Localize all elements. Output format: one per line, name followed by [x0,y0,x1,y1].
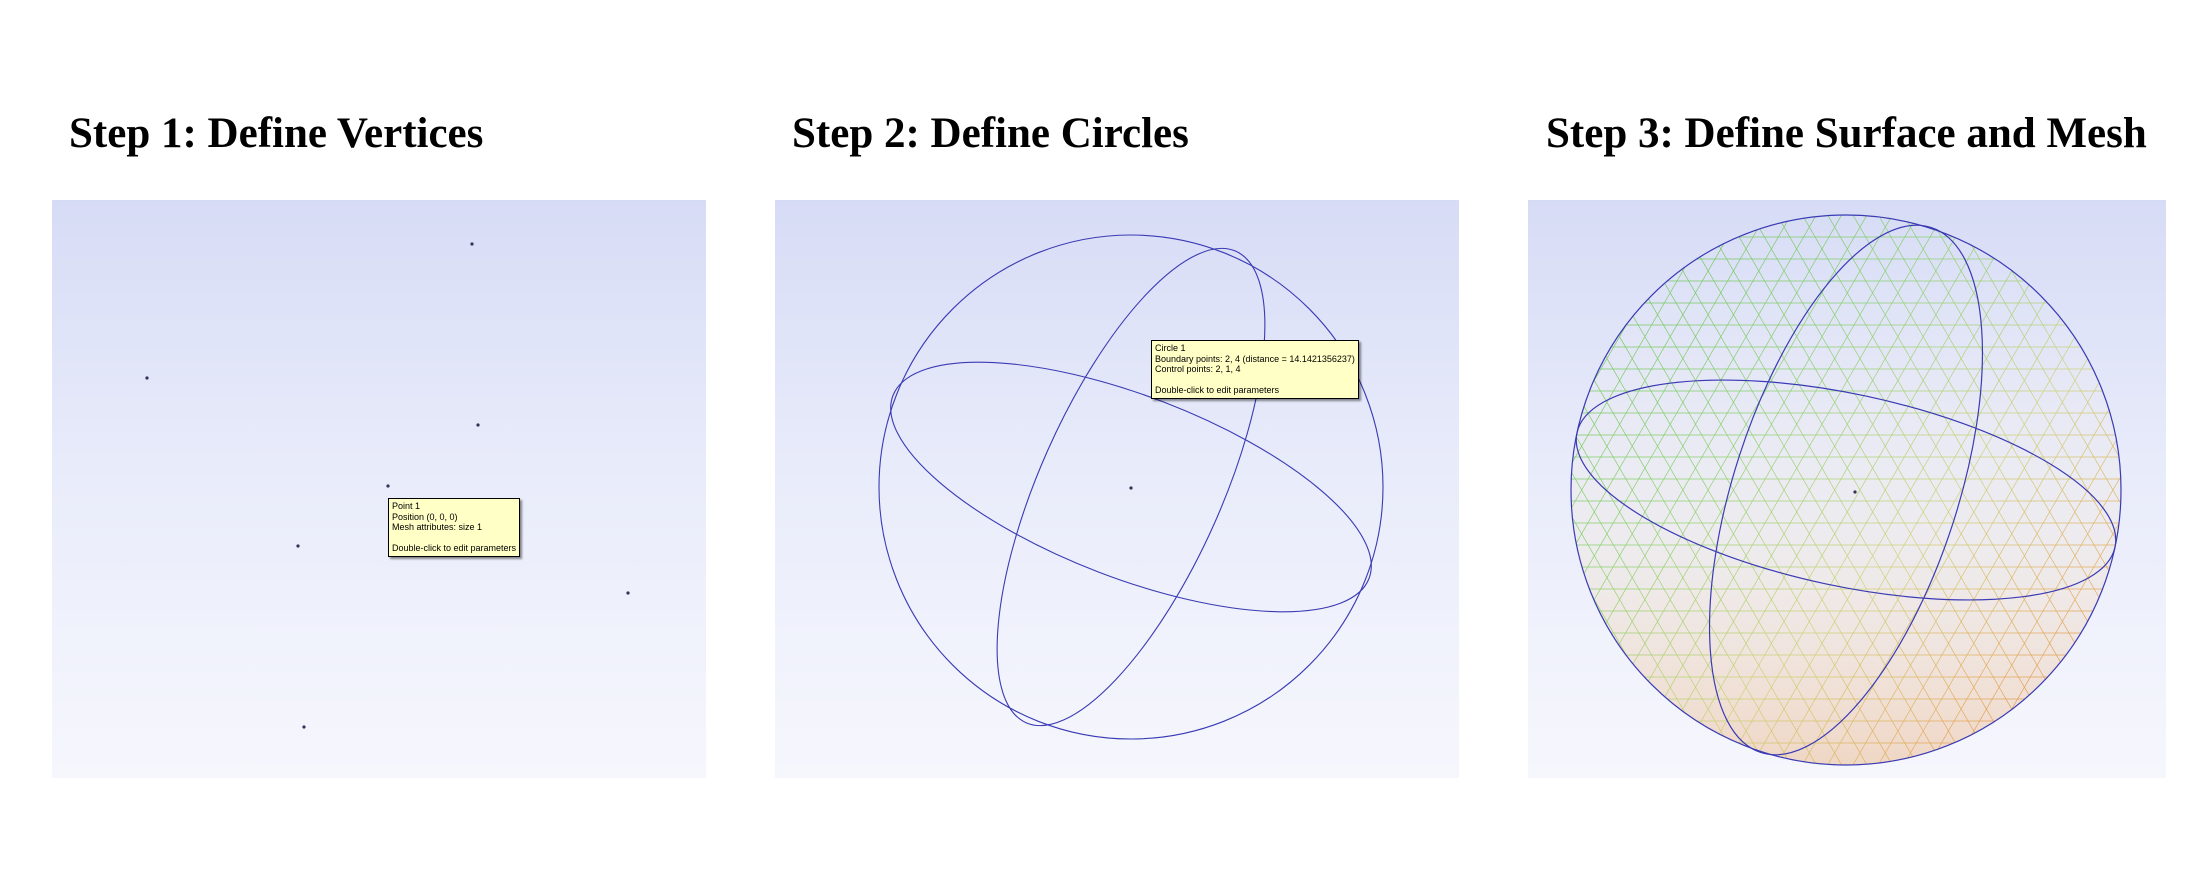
point-tooltip: Point 1 Position (0, 0, 0) Mesh attribut… [388,498,521,557]
tooltip-line [1155,375,1355,386]
step2-title: Step 2: Define Circles [792,110,1189,157]
tooltip-line: Boundary points: 2, 4 (distance = 14.142… [1155,353,1355,364]
step3-title: Step 3: Define Surface and Mesh [1546,110,2147,157]
vertex-point[interactable] [302,725,306,729]
vertices-viewport[interactable]: Point 1 Position (0, 0, 0) Mesh attribut… [52,200,706,778]
vertex-point[interactable] [476,423,480,427]
center-point[interactable] [1129,486,1133,490]
circles-canvas [878,234,1384,740]
tooltip-line: Control points: 2, 1, 4 [1155,364,1241,374]
vertex-point[interactable] [386,484,390,488]
vertex-point[interactable] [626,591,630,595]
tooltip-line: Double-click to edit parameters [392,543,517,553]
circles-viewport[interactable]: Circle 1 Boundary points: 2, 4 (distance… [775,200,1459,778]
mesh-viewport[interactable] [1528,200,2166,778]
tooltip-line [392,533,516,544]
vertex-point[interactable] [145,376,149,380]
circle-tooltip: Circle 1 Boundary points: 2, 4 (distance… [1151,340,1359,399]
tooltip-line: Circle 1 [1155,343,1186,353]
tooltip-line: Point 1 [392,501,421,511]
tooltip-line: Mesh attributes: size 1 [392,522,483,532]
mesh-canvas [1570,214,2122,766]
vertex-point[interactable] [296,544,300,548]
sphere-shade [1571,215,2121,765]
step1-title: Step 1: Define Vertices [69,110,484,157]
center-point[interactable] [1853,490,1857,494]
vertex-point[interactable] [470,242,474,246]
vertices-canvas [145,242,630,729]
tooltip-line: Position (0, 0, 0) [392,511,458,522]
tooltip-line: Double-click to edit parameters [1155,385,1280,395]
